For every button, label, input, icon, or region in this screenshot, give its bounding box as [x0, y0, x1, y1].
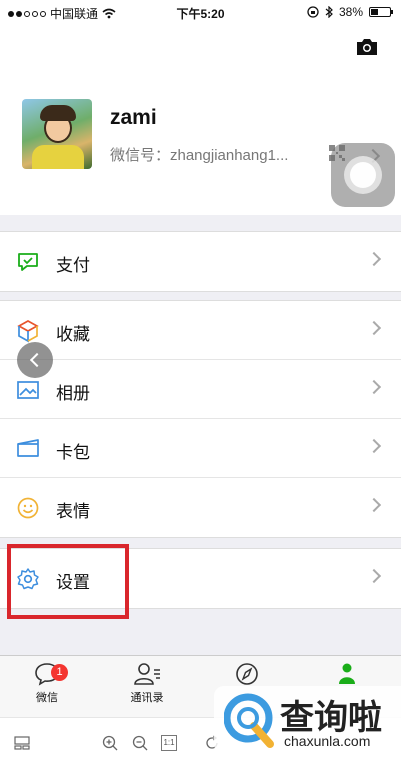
unread-badge: 1 — [51, 664, 68, 681]
thumbnail-view-icon[interactable] — [14, 735, 30, 751]
me-person-icon — [339, 663, 355, 684]
chevron-right-icon — [366, 379, 382, 395]
menu-label-cards: 卡包 — [56, 443, 90, 462]
assistive-touch-button[interactable] — [331, 143, 395, 207]
avatar-shirt — [32, 145, 84, 169]
status-right: 38% — [307, 5, 393, 19]
pay-group: 支付 — [0, 231, 401, 292]
actual-size-button[interactable]: 1:1 — [161, 735, 177, 751]
bluetooth-icon — [325, 6, 333, 18]
menu-label-stickers: 表情 — [56, 502, 90, 521]
card-wallet-icon — [17, 439, 39, 457]
site-watermark: 查询啦 chaxunla.com — [214, 686, 401, 754]
chevron-right-icon — [366, 251, 382, 267]
menu-label-favorites: 收藏 — [56, 325, 90, 344]
floating-back-button[interactable] — [17, 342, 53, 378]
camera-icon[interactable] — [355, 38, 379, 56]
rotation-lock-icon — [307, 6, 319, 18]
favorites-cube-icon — [17, 320, 39, 343]
wechat-id: 微信号：zhangjianhang1... — [110, 147, 289, 164]
status-bar: 中国联通 下午5:20 38% — [0, 0, 401, 26]
album-icon — [17, 381, 39, 399]
tab-chats[interactable]: 微信 1 — [17, 662, 77, 705]
menu-item-cards[interactable]: 卡包 — [0, 419, 401, 478]
battery-icon — [369, 7, 393, 17]
avatar[interactable] — [22, 99, 92, 169]
main-menu-group: 收藏 相册 卡包 表情 — [0, 300, 401, 538]
compass-icon — [236, 663, 258, 685]
tab-contacts[interactable]: 通讯录 — [117, 662, 177, 705]
chevron-right-icon — [366, 568, 382, 584]
watermark-logo — [224, 693, 274, 748]
menu-item-favorites[interactable]: 收藏 — [0, 301, 401, 360]
zoom-out-icon[interactable] — [132, 735, 148, 751]
tab-chats-label: 微信 — [36, 692, 58, 704]
menu-label-pay: 支付 — [56, 256, 90, 275]
avatar-hair — [40, 105, 76, 121]
tab-me[interactable] — [317, 662, 377, 689]
chevron-right-icon — [366, 320, 382, 336]
chevron-right-icon — [366, 438, 382, 454]
watermark-site: chaxunla.com — [284, 733, 371, 749]
menu-item-album[interactable]: 相册 — [0, 360, 401, 419]
menu-label-album: 相册 — [56, 384, 90, 403]
tab-discover[interactable] — [217, 662, 277, 689]
contacts-icon — [134, 663, 160, 685]
watermark-title: 查询啦 — [280, 698, 382, 738]
tab-contacts-label: 通讯录 — [130, 692, 164, 704]
profile-name: zami — [110, 106, 157, 129]
menu-item-stickers[interactable]: 表情 — [0, 478, 401, 537]
pay-icon — [18, 253, 38, 271]
zoom-in-icon[interactable] — [102, 735, 118, 751]
settings-highlight-box — [7, 544, 129, 619]
menu-item-pay[interactable]: 支付 — [0, 232, 401, 291]
chevron-right-icon — [366, 497, 382, 513]
smiley-icon — [17, 497, 39, 519]
battery-percent: 38% — [338, 5, 363, 19]
